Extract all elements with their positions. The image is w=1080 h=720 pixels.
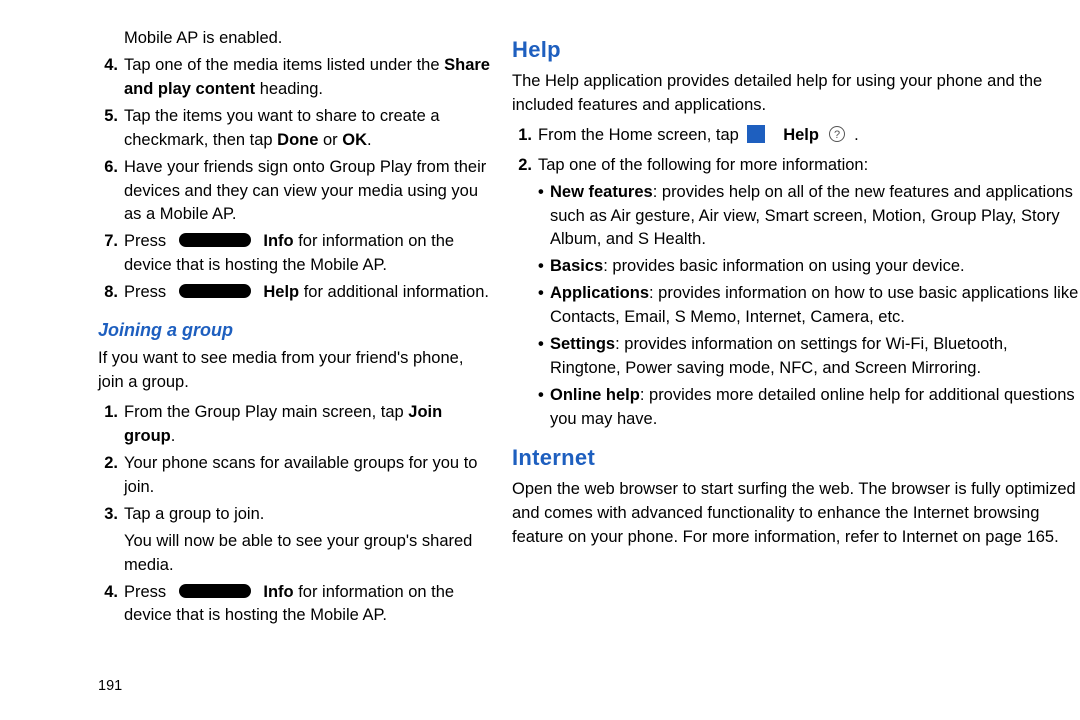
internet-intro: Open the web browser to start surfing th… [512, 478, 1080, 550]
internet-cross-ref: Internet [902, 528, 958, 546]
mobile-ap-line: Mobile AP is enabled. [98, 27, 490, 51]
step-text: Have your friends sign onto Group Play f… [124, 156, 490, 228]
step-text: Press Info for information on the device… [124, 230, 490, 278]
text: Mobile AP is enabled. [124, 29, 282, 47]
menu-key-icon [179, 584, 251, 598]
step-number: 7. [98, 230, 118, 278]
apps-grid-icon [747, 125, 765, 151]
step-5: 5. Tap the items you want to share to cr… [98, 105, 490, 153]
step-8: 8. Press Help for additional information… [98, 281, 490, 305]
join-step-2: 2. Your phone scans for available groups… [98, 452, 490, 500]
step-text: Tap the items you want to share to creat… [124, 105, 490, 153]
step-6: 6. Have your friends sign onto Group Pla… [98, 156, 490, 228]
step-number: 2. [98, 452, 118, 500]
help-step-1: 1. From the Home screen, tap Help ? . [512, 124, 1080, 151]
bullet-mark: • [538, 181, 550, 253]
bullet-mark: • [538, 384, 550, 432]
help-intro: The Help application provides detailed h… [512, 70, 1080, 118]
step-number: 6. [98, 156, 118, 228]
svg-text:?: ? [833, 129, 839, 141]
page-spread: Mobile AP is enabled. 4. Tap one of the … [0, 0, 1080, 720]
joining-group-intro: If you want to see media from your frien… [98, 347, 490, 395]
step-text: From the Home screen, tap Help ? . [538, 124, 1080, 151]
step-number: 8. [98, 281, 118, 305]
bullet-online-help: • Online help: provides more detailed on… [512, 384, 1080, 432]
step-number: 2. [512, 154, 532, 178]
join-step-3-cont: You will now be able to see your group's… [98, 530, 490, 578]
bullet-mark: • [538, 333, 550, 381]
bullet-mark: • [538, 282, 550, 330]
step-number: 4. [98, 581, 118, 629]
bullet-new-features: • New features: provides help on all of … [512, 181, 1080, 253]
step-text: Tap one of the following for more inform… [538, 154, 1080, 178]
help-step-2: 2. Tap one of the following for more inf… [512, 154, 1080, 178]
step-number: 5. [98, 105, 118, 153]
step-4: 4. Tap one of the media items listed und… [98, 54, 490, 102]
join-step-3: 3. Tap a group to join. [98, 503, 490, 527]
bullet-applications: • Applications: provides information on … [512, 282, 1080, 330]
internet-heading: Internet [512, 442, 1080, 474]
step-text: Press Info for information on the device… [124, 581, 490, 629]
step-number: 1. [98, 401, 118, 449]
step-number: 3. [98, 503, 118, 527]
bullet-mark: • [538, 255, 550, 279]
step-text: Tap one of the media items listed under … [124, 54, 490, 102]
left-column: Mobile AP is enabled. 4. Tap one of the … [0, 24, 490, 720]
help-question-icon: ? [828, 125, 846, 151]
step-7: 7. Press Info for information on the dev… [98, 230, 490, 278]
step-text: Press Help for additional information. [124, 281, 490, 305]
join-step-4: 4. Press Info for information on the dev… [98, 581, 490, 629]
menu-key-icon [179, 233, 251, 247]
step-number: 1. [512, 124, 532, 151]
page-number: 191 [98, 676, 122, 697]
joining-group-heading: Joining a group [98, 317, 490, 343]
join-step-1: 1. From the Group Play main screen, tap … [98, 401, 490, 449]
menu-key-icon [179, 284, 251, 298]
bullet-settings: • Settings: provides information on sett… [512, 333, 1080, 381]
step-number: 4. [98, 54, 118, 102]
help-heading: Help [512, 34, 1080, 66]
step-text: Your phone scans for available groups fo… [124, 452, 490, 500]
step-text: Tap a group to join. [124, 503, 490, 527]
step-text: From the Group Play main screen, tap Joi… [124, 401, 490, 449]
right-column: Help The Help application provides detai… [490, 24, 1080, 720]
bullet-basics: • Basics: provides basic information on … [512, 255, 1080, 279]
